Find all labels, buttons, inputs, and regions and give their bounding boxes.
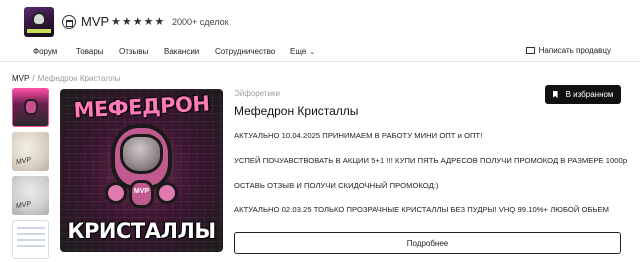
write-seller-label: Написать продавцу [538, 46, 611, 55]
product-category[interactable]: Эйфоретики [234, 89, 280, 98]
write-seller-button[interactable]: Написать продавцу [525, 46, 611, 55]
thumbnail-3-label: MVP [15, 200, 32, 211]
thumbnail-line [17, 245, 45, 247]
breadcrumb-root[interactable]: MVP [12, 74, 29, 83]
shop-header: MVP ★★★★★ 2000+ сделок [0, 0, 640, 42]
logo-band [27, 29, 51, 33]
breadcrumb-separator: / [32, 74, 35, 83]
shop-icon [62, 15, 76, 29]
description-line-4: АКТУАЛЬНО 02.03.25 ТОЛЬКО ПРОЗРАЧНЫЕ КРИ… [234, 205, 610, 214]
description-line-1: АКТУАЛЬНО 10.04.2025 ПРИНИМАЕМ В РАБОТУ … [234, 131, 483, 140]
gas-mask-illustration: MVP [105, 124, 178, 216]
chevron-down-icon: ⌄ [309, 49, 316, 56]
breadcrumb-current: Мефедрон Кристаллы [37, 74, 121, 83]
shop-logo[interactable] [24, 7, 54, 37]
thumbnail-list: MVP MVP [12, 88, 49, 262]
thumbnail-line [17, 239, 45, 241]
product-main-image[interactable]: МЕФЕДРОН MVP КРИСТАЛЛЫ [60, 89, 223, 252]
nav-item-forum[interactable]: Форум [33, 47, 57, 56]
image-title-bottom: КРИСТАЛЛЫ [67, 219, 216, 243]
nav-item-reviews[interactable]: Отзывы [119, 47, 148, 56]
more-details-button[interactable]: Подробнее [234, 232, 621, 254]
image-badge: MVP [133, 188, 150, 195]
bookmark-icon [552, 91, 558, 98]
nav-item-more[interactable]: Еще ⌄ [290, 47, 315, 56]
description-line-2: УСПЕЙ ПОЧУАВСТВОВАТЬ В АКЦИИ 5+1 !!! КУП… [234, 156, 628, 165]
breadcrumb: MVP / Мефедрон Кристаллы [12, 74, 121, 83]
shop-name[interactable]: MVP [81, 14, 109, 29]
gas-mask-icon [24, 99, 38, 115]
thumbnail-4[interactable] [12, 220, 49, 259]
mask-filter-left [105, 182, 127, 204]
thumbnail-line [17, 227, 45, 229]
mail-icon [525, 47, 535, 54]
thumbnail-line [17, 233, 45, 235]
mask-visor [120, 134, 163, 174]
nav-item-products[interactable]: Товары [76, 47, 104, 56]
favorite-button[interactable]: В избранном [545, 85, 621, 104]
thumbnail-3[interactable]: MVP [12, 176, 49, 215]
shop-nav: Форум Товары Отзывы Вакансии Сотрудничес… [0, 42, 640, 62]
gas-mask-icon [32, 12, 46, 26]
product-title: Мефедрон Кристаллы [234, 104, 359, 118]
description-line-3: ОСТАВЬ ОТЗЫВ И ПОЛУЧИ СКИДОЧНЫЙ ПРОМОКОД… [234, 181, 439, 190]
nav-item-vacancies[interactable]: Вакансии [164, 47, 199, 56]
thumbnail-2-label: MVP [15, 156, 32, 167]
thumbnail-1[interactable] [12, 88, 49, 127]
nav-more-label: Еще [290, 47, 307, 56]
nav-item-cooperation[interactable]: Сотрудничество [215, 47, 275, 56]
favorite-label: В избранном [565, 90, 614, 99]
rating-stars: ★★★★★ [111, 16, 166, 28]
mask-filter-right [156, 182, 178, 204]
thumbnail-2[interactable]: MVP [12, 132, 49, 171]
deals-count: 2000+ сделок [172, 17, 229, 27]
